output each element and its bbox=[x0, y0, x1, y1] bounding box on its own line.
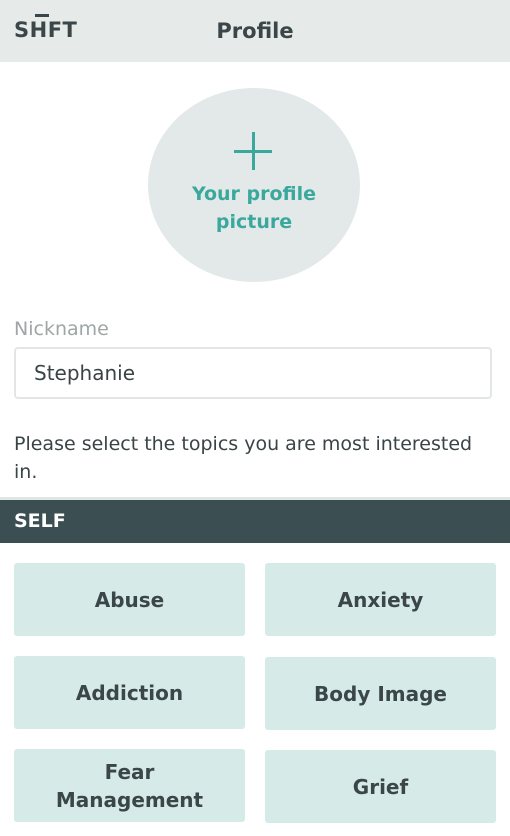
page-title: Profile bbox=[216, 19, 294, 43]
topic-addiction[interactable]: Addiction bbox=[14, 656, 245, 729]
section-title: SELF bbox=[14, 510, 66, 532]
nickname-field[interactable] bbox=[14, 347, 492, 399]
topic-fear-management[interactable]: Fear Management bbox=[14, 749, 245, 822]
topic-body-image[interactable]: Body Image bbox=[265, 657, 496, 730]
profile-picture-button[interactable]: Your profile picture bbox=[148, 88, 360, 282]
logo-accent-bar bbox=[35, 14, 49, 17]
topic-grief[interactable]: Grief bbox=[265, 750, 496, 823]
topics-prompt: Please select the topics you are most in… bbox=[14, 433, 473, 483]
section-header-self: SELF bbox=[0, 497, 510, 543]
top-bar: SHFT Profile bbox=[0, 0, 510, 62]
profile-picture-label: Your profile picture bbox=[191, 183, 317, 233]
topic-abuse[interactable]: Abuse bbox=[14, 563, 245, 636]
nickname-label: Nickname bbox=[14, 318, 109, 340]
topic-anxiety[interactable]: Anxiety bbox=[265, 563, 496, 636]
plus-icon bbox=[234, 132, 272, 170]
